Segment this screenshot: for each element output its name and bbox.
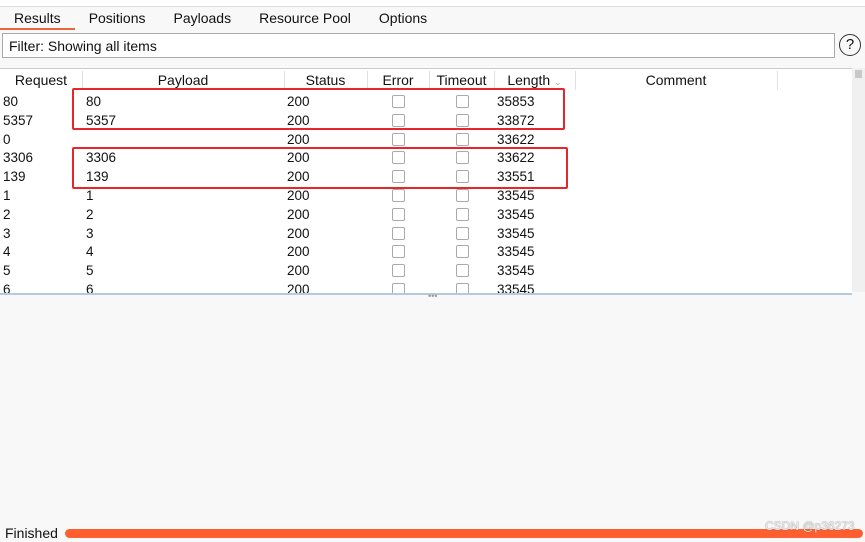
- cell-length: 33545: [497, 206, 535, 222]
- cell-length: 33545: [497, 263, 535, 279]
- cell-status: 200: [287, 131, 310, 147]
- tab-bar: Results Positions Payloads Resource Pool…: [0, 7, 441, 30]
- scrollbar-thumb[interactable]: [855, 70, 862, 78]
- cell-length: 33622: [497, 131, 535, 147]
- table-row[interactable]: 0 200 33622: [0, 130, 852, 149]
- tab-payloads[interactable]: Payloads: [160, 7, 246, 30]
- cell-request: 139: [3, 169, 26, 185]
- sort-chevron-icon: ⌄: [554, 77, 562, 87]
- timeout-checkbox[interactable]: [456, 207, 469, 221]
- highlight-box: [72, 88, 565, 130]
- timeout-checkbox[interactable]: [456, 226, 469, 240]
- tab-options[interactable]: Options: [365, 7, 441, 30]
- cell-request: 0: [3, 131, 11, 147]
- cell-status: 200: [287, 206, 310, 222]
- watermark: CSDN @p36273: [765, 519, 855, 533]
- table-row[interactable]: 4 4 200 33545: [0, 242, 852, 261]
- help-icon[interactable]: ?: [839, 34, 861, 56]
- timeout-checkbox[interactable]: [456, 264, 469, 278]
- table-row[interactable]: 6 6 200 33545: [0, 280, 852, 295]
- error-checkbox[interactable]: [392, 245, 405, 259]
- status-text: Finished: [5, 525, 58, 541]
- cell-payload: 3: [86, 225, 94, 241]
- error-checkbox[interactable]: [392, 283, 405, 293]
- tab-positions[interactable]: Positions: [75, 7, 160, 30]
- cell-request: 5357: [3, 112, 34, 128]
- error-checkbox[interactable]: [392, 264, 405, 278]
- filter-bar[interactable]: Filter: Showing all items: [2, 33, 835, 58]
- cell-request: 6: [3, 282, 11, 295]
- cell-request: 2: [3, 206, 11, 222]
- column-header-comment[interactable]: Comment: [575, 71, 778, 90]
- cell-payload: 2: [86, 206, 94, 222]
- cell-status: 200: [287, 282, 310, 295]
- cell-length: 33545: [497, 244, 535, 260]
- cell-status: 200: [287, 263, 310, 279]
- tab-resource-pool[interactable]: Resource Pool: [245, 7, 365, 30]
- timeout-checkbox[interactable]: [456, 132, 469, 146]
- error-checkbox[interactable]: [392, 189, 405, 202]
- cell-request: 4: [3, 244, 11, 260]
- cell-payload: 5: [86, 263, 94, 279]
- column-header-length-label: Length: [507, 72, 551, 88]
- cell-request: 5: [3, 263, 11, 279]
- tab-results[interactable]: Results: [0, 7, 75, 30]
- highlight-box: [72, 147, 568, 189]
- error-checkbox[interactable]: [392, 132, 405, 146]
- error-checkbox[interactable]: [392, 226, 405, 240]
- cell-payload: 4: [86, 244, 94, 260]
- cell-request: 1: [3, 188, 11, 203]
- table-row[interactable]: 5 5 200 33545: [0, 261, 852, 280]
- cell-length: 33545: [497, 225, 535, 241]
- cell-status: 200: [287, 225, 310, 241]
- table-row[interactable]: 3 3 200 33545: [0, 224, 852, 243]
- error-checkbox[interactable]: [392, 207, 405, 221]
- cell-payload: 6: [86, 282, 94, 295]
- cell-request: 3: [3, 225, 11, 241]
- cell-length: 33545: [497, 282, 535, 295]
- timeout-checkbox[interactable]: [456, 245, 469, 259]
- table-row[interactable]: 2 2 200 33545: [0, 205, 852, 224]
- column-header-request[interactable]: Request: [0, 71, 83, 90]
- timeout-checkbox[interactable]: [456, 189, 469, 202]
- cell-request: 3306: [3, 150, 34, 166]
- cell-request: 80: [3, 94, 19, 109]
- vertical-scrollbar[interactable]: [852, 68, 865, 292]
- cell-status: 200: [287, 244, 310, 260]
- timeout-checkbox[interactable]: [456, 283, 469, 293]
- top-border: [0, 0, 865, 7]
- progress-bar: [65, 529, 863, 538]
- splitter-handle[interactable]: •••: [428, 291, 437, 301]
